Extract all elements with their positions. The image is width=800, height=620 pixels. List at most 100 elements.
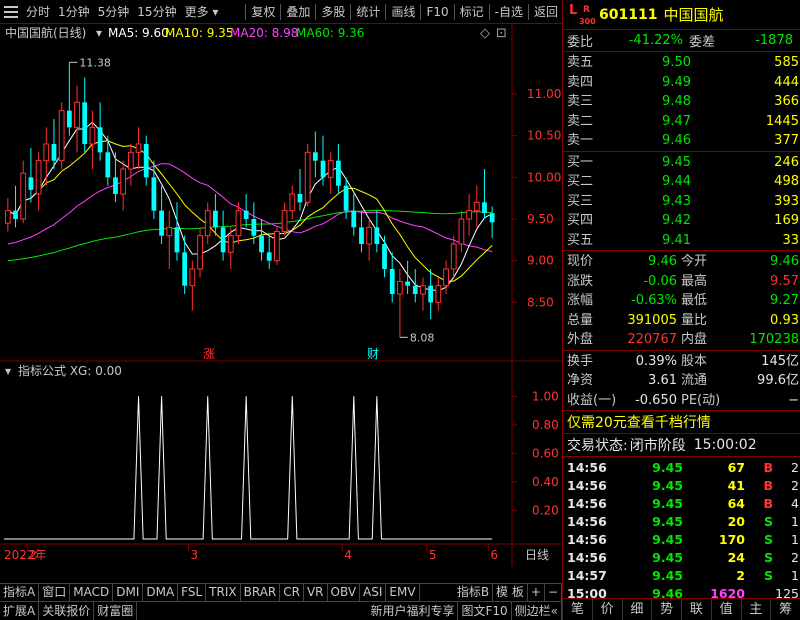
- ask-label: 卖四: [567, 74, 594, 90]
- menu-icon[interactable]: [4, 5, 18, 18]
- tab-macd[interactable]: MACD: [70, 584, 114, 601]
- tab-dma[interactable]: DMA: [143, 584, 179, 601]
- overlay-button[interactable]: 叠加: [282, 0, 314, 24]
- statistics-button[interactable]: 统计: [352, 0, 384, 24]
- zoom-icon[interactable]: ⊡: [496, 26, 507, 41]
- promo-text: 仅需20元查看千档行情: [567, 415, 711, 431]
- tick-row: 14:56 9.45 67 B 2: [563, 459, 800, 477]
- candle-body: [166, 226, 173, 237]
- tick-count: 2: [791, 460, 799, 475]
- tab-fsl[interactable]: FSL: [178, 584, 207, 601]
- ask-volume: 377: [774, 133, 799, 148]
- bid-row[interactable]: 买四 9.42 169: [563, 211, 800, 231]
- ask-row[interactable]: 卖四 9.49 444: [563, 73, 800, 93]
- candle-body: [297, 194, 303, 203]
- bid-row[interactable]: 买一 9.45 246: [563, 153, 800, 173]
- kline-chart[interactable]: 中国国航(日线) ▾ MA5: 9.60 MA10: 9.35 MA20: 8.…: [0, 24, 562, 566]
- rise-marker[interactable]: 涨: [203, 346, 215, 361]
- tick-volume: 2: [736, 568, 745, 583]
- indicator-dropdown-icon[interactable]: ▾: [5, 364, 11, 378]
- multi-stock-button[interactable]: 多股: [317, 0, 349, 24]
- candle-body: [259, 235, 264, 253]
- remove-watchlist-button[interactable]: -自选: [491, 0, 527, 24]
- indicator-axis: 1.00 0.80 0.60 0.40 0.20: [512, 389, 559, 517]
- ask-row[interactable]: 卖二 9.47 1445: [563, 112, 800, 132]
- detail-tabs: 笔 价 细 势 联 值 主 筹: [562, 598, 800, 620]
- more-button[interactable]: 更多 ▾: [181, 0, 223, 24]
- tab-dmi[interactable]: DMI: [113, 584, 144, 601]
- tab-related-quotes[interactable]: 关联报价: [39, 602, 95, 620]
- tab-extend-a[interactable]: 扩展A: [0, 602, 40, 620]
- mark-button[interactable]: 标记: [456, 0, 488, 24]
- indicator-line: [4, 396, 493, 540]
- ask-volume: 366: [774, 94, 799, 109]
- tick-count: 4: [791, 496, 799, 511]
- tab-details[interactable]: 细: [621, 599, 652, 620]
- candle: [389, 252, 395, 303]
- candle-body: [135, 143, 142, 153]
- finance-marker[interactable]: 财: [367, 347, 379, 361]
- ask-price: 9.49: [662, 74, 691, 90]
- restore-rights-button[interactable]: 复权: [247, 0, 279, 24]
- tab-trend[interactable]: 势: [651, 599, 681, 620]
- stat-label: 外盘: [567, 332, 594, 347]
- tab-value[interactable]: 值: [710, 599, 741, 620]
- new-user-benefit-link[interactable]: 新用户福利专享: [367, 602, 459, 620]
- tab-trades[interactable]: 笔: [562, 599, 592, 620]
- indicator-tick-label: 0.60: [532, 446, 559, 460]
- f10-graphic-link[interactable]: 图文F10: [458, 602, 512, 620]
- candle-body: [473, 201, 480, 212]
- ma-toggle-icon[interactable]: ▾: [96, 26, 102, 40]
- tab-main[interactable]: 主: [740, 599, 771, 620]
- level2-promo[interactable]: 仅需20元查看千档行情: [563, 411, 800, 433]
- tab-5min[interactable]: 5分钟: [94, 0, 134, 24]
- candle-body: [66, 110, 72, 128]
- tab-linked[interactable]: 联: [681, 599, 711, 620]
- candle-body: [359, 227, 364, 244]
- draw-line-button[interactable]: 画线: [387, 0, 419, 24]
- bid-row[interactable]: 买二 9.44 498: [563, 172, 800, 192]
- tab-15min[interactable]: 15分钟: [133, 0, 180, 24]
- settings-diamond-icon[interactable]: ◇: [480, 26, 490, 41]
- more-label: 更多: [184, 4, 209, 19]
- f10-button[interactable]: F10: [422, 0, 452, 24]
- tick-side: B: [763, 478, 773, 493]
- tab-brar[interactable]: BRAR: [241, 584, 281, 601]
- bid-row[interactable]: 买五 9.41 33: [563, 231, 800, 251]
- tab-asi[interactable]: ASI: [360, 584, 387, 601]
- add-indicator-button[interactable]: +: [528, 584, 545, 601]
- candle: [435, 277, 442, 311]
- bid-volume: 246: [774, 154, 799, 170]
- bid-row[interactable]: 买三 9.43 393: [563, 192, 800, 212]
- tab-trix[interactable]: TRIX: [206, 584, 241, 601]
- candle: [281, 202, 288, 236]
- tab-indicator-b[interactable]: 指标B: [454, 584, 494, 601]
- tab-vr[interactable]: VR: [304, 584, 328, 601]
- tab-indicator-a[interactable]: 指标A: [0, 584, 40, 601]
- tab-chips[interactable]: 筹: [770, 599, 800, 620]
- tab-timeshare[interactable]: 分时: [22, 0, 54, 24]
- ask-price: 9.50: [662, 55, 691, 70]
- stat-label: 最低: [681, 293, 708, 308]
- tab-emv[interactable]: EMV: [386, 584, 420, 601]
- ask-row[interactable]: 卖五 9.50 585: [563, 53, 800, 73]
- ask-row[interactable]: 卖三 9.48 366: [563, 92, 800, 112]
- template-button[interactable]: 模 板: [493, 584, 528, 601]
- sidebar-toggle[interactable]: 侧边栏«: [512, 602, 562, 620]
- tab-price[interactable]: 价: [591, 599, 622, 620]
- kline-chart-area[interactable]: 中国国航(日线) ▾ MA5: 9.60 MA10: 9.35 MA20: 8.…: [0, 24, 562, 566]
- flag-l: L: [569, 2, 578, 18]
- tab-wealth-circle[interactable]: 财富圈: [94, 602, 138, 620]
- tab-1min[interactable]: 1分钟: [54, 0, 94, 24]
- ask-row[interactable]: 卖一 9.46 377: [563, 131, 800, 151]
- tab-window[interactable]: 窗口: [39, 584, 71, 601]
- candle: [351, 194, 357, 236]
- back-button[interactable]: 返回: [530, 0, 562, 24]
- tab-cr[interactable]: CR: [280, 584, 304, 601]
- stat-value: 391005: [627, 312, 677, 328]
- period-label[interactable]: 日线: [525, 548, 549, 562]
- remove-indicator-button[interactable]: −: [545, 584, 562, 601]
- tab-obv[interactable]: OBV: [328, 584, 361, 601]
- stat-value: 220767: [627, 332, 677, 347]
- candle-body: [35, 160, 42, 195]
